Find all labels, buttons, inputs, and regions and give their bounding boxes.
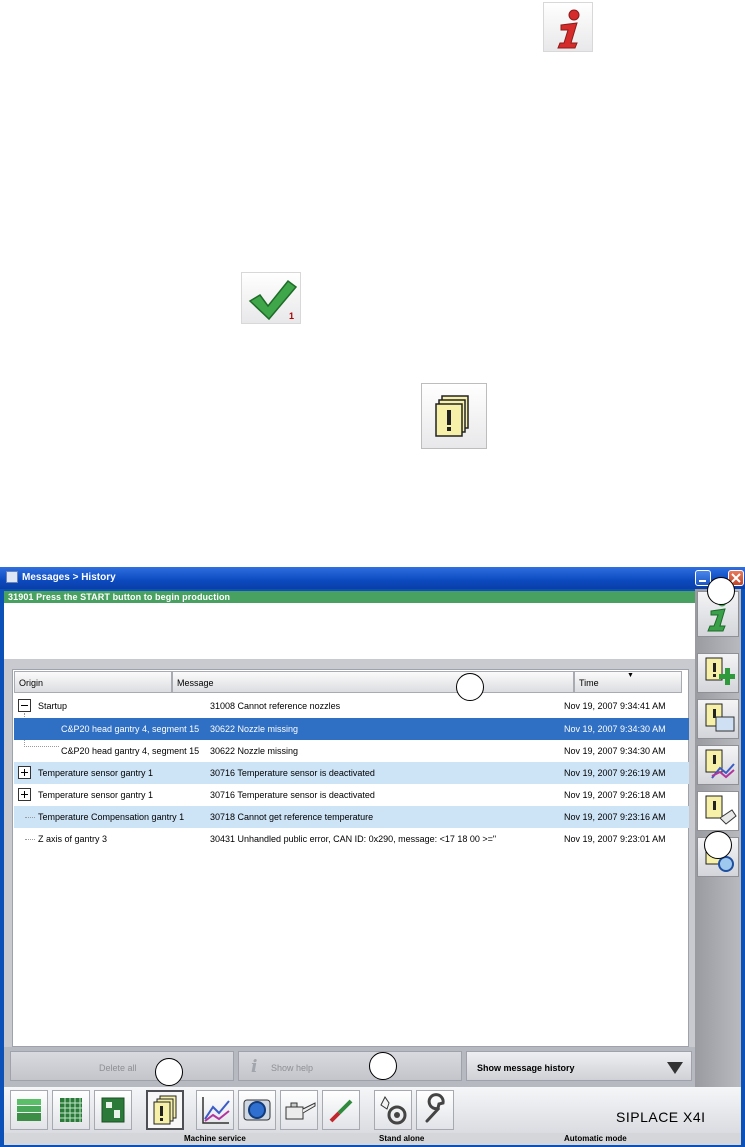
messages-icon [153,1095,177,1125]
toolbar-stack-button[interactable] [10,1090,48,1130]
table-row-selected[interactable]: C&P20 head gantry 4, segment 15 30622 No… [14,718,689,740]
toolbar-camera-button[interactable] [238,1090,276,1130]
automatic-mode-status: Automatic mode [564,1134,627,1143]
screen-message-icon [705,703,735,732]
gear-hand-icon [380,1096,407,1125]
warning-messages-reference-icon [421,383,487,449]
toolbar-grid-button[interactable] [52,1090,90,1130]
content-area: Origin Message Time ▼ Startup 31008 Canno… [4,659,695,1047]
info-reference-icon [543,2,593,52]
toolbar-board-button[interactable] [94,1090,132,1130]
table-row[interactable]: Temperature sensor gantry 1 30716 Temper… [14,784,689,806]
expand-icon[interactable] [18,766,31,779]
callout-marker [369,1052,397,1080]
toolbar-settings-button[interactable] [374,1090,412,1130]
status-message-bar: 31901 Press the START button to begin pr… [4,591,695,603]
camera-icon [243,1099,271,1121]
show-help-button[interactable]: i Show help [238,1051,462,1081]
brand-label: SIPLACE X4I [616,1109,706,1125]
add-message-icon [705,657,735,685]
callout-marker [704,831,732,859]
dropdown-arrow-icon [667,1062,683,1074]
wrench-icon [425,1093,445,1123]
board-icon [101,1097,125,1123]
table-row[interactable]: Temperature sensor gantry 1 30716 Temper… [14,762,689,784]
chart-message-button[interactable] [697,745,739,785]
oil-can-icon [285,1102,316,1120]
column-header-time[interactable]: Time ▼ [574,671,682,693]
tree-line [25,817,35,818]
table-row[interactable]: C&P20 head gantry 4, segment 15 30622 No… [14,740,689,762]
clear-messages-icon [705,795,737,825]
message-detail-panel [4,603,695,659]
expand-icon[interactable] [18,788,31,801]
tree-line [25,839,35,840]
window-title: Messages > History [22,572,116,583]
toolbar-service-button[interactable] [416,1090,454,1130]
checkmark-reference-icon: 1 [241,272,301,324]
sort-descending-icon: ▼ [627,672,634,679]
cable-icon [329,1099,353,1123]
title-bar[interactable]: Messages > History [0,567,745,589]
toolbar-chart-button[interactable] [196,1090,234,1130]
machine-service-status: Machine service [184,1134,246,1143]
messages-window: Messages > History 31901 Press the START… [0,567,745,1147]
collapse-icon[interactable] [18,699,31,712]
table-row[interactable]: Startup 31008 Cannot reference nozzles N… [14,695,689,717]
table-row[interactable]: Temperature Compensation gantry 1 30718 … [14,806,689,828]
callout-marker [155,1058,183,1086]
main-toolbar: SIPLACE X4I [4,1087,741,1135]
message-history-dropdown[interactable]: Show message history [466,1051,692,1081]
chart-message-icon [705,749,735,779]
toolbar-cable-button[interactable] [322,1090,360,1130]
stand-alone-status: Stand alone [379,1134,425,1143]
delete-all-button[interactable]: Delete all [10,1051,234,1081]
status-message: 31901 Press the START button to begin pr… [8,592,231,602]
info-icon: i [251,1057,258,1077]
chart-icon [202,1097,230,1124]
callout-marker [456,673,484,701]
footer-status-bar: Machine service Stand alone Automatic mo… [4,1133,741,1145]
callout-marker [707,577,735,605]
clear-messages-button[interactable] [697,791,739,831]
check-badge-count: 1 [289,311,295,321]
toolbar-oil-can-button[interactable] [280,1090,318,1130]
stack-icon [17,1099,41,1121]
app-icon [6,571,18,583]
screen-message-button[interactable] [697,699,739,739]
table-row[interactable]: Z axis of gantry 3 30431 Unhandled publi… [14,828,689,850]
action-bar: Delete all i Show help Show message hist… [4,1047,695,1087]
column-header-origin[interactable]: Origin [14,671,172,693]
toolbar-messages-button[interactable] [146,1090,184,1130]
grid-icon [60,1098,82,1122]
column-header-message[interactable]: Message [172,671,574,693]
message-history-list[interactable]: Origin Message Time ▼ Startup 31008 Canno… [12,669,689,1047]
add-message-button[interactable] [697,653,739,693]
